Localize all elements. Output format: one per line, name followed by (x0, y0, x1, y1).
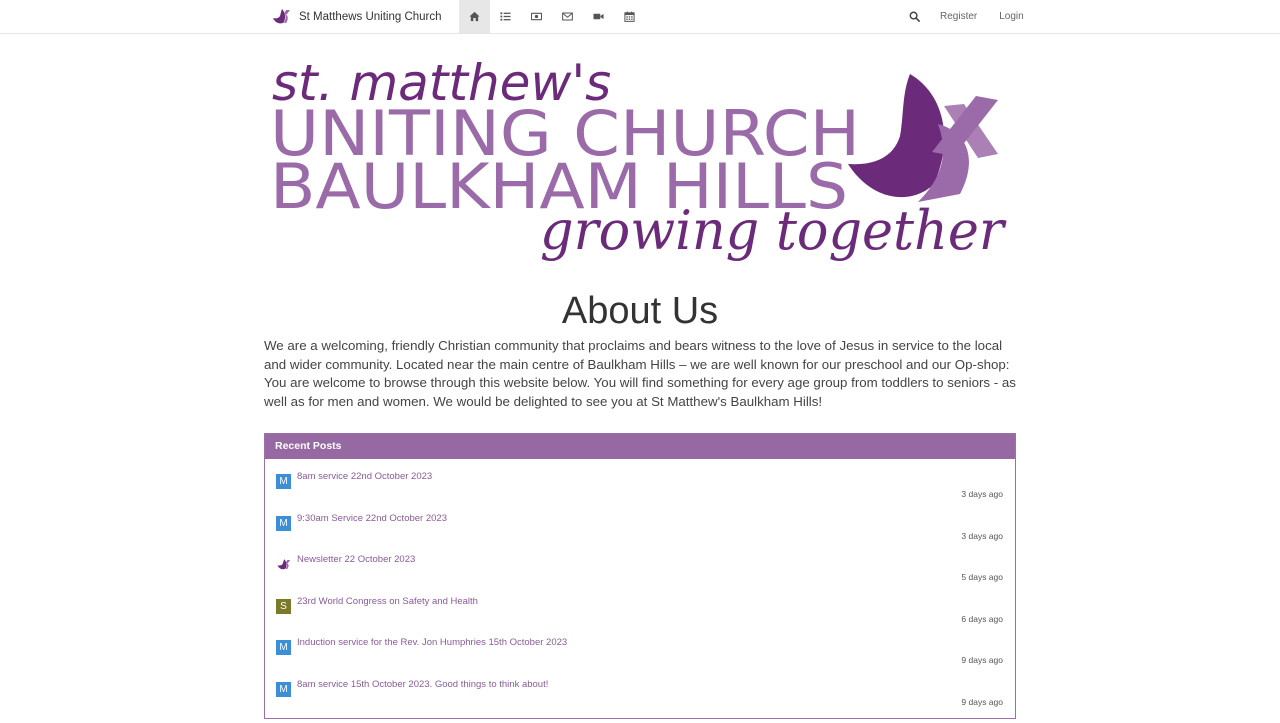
register-link[interactable]: Register (940, 11, 977, 22)
post-title-link[interactable]: 23rd World Congress on Safety and Health (297, 596, 478, 607)
post-item[interactable]: M 8am service 22nd October 2023 3 days ago (265, 471, 1015, 515)
post-title-link[interactable]: Newsletter 22 October 2023 (297, 554, 415, 565)
about-description: We are a welcoming, friendly Christian c… (264, 338, 1016, 409)
nav-home[interactable] (459, 0, 490, 33)
post-title-link[interactable]: 9:30am Service 22nd October 2023 (297, 513, 447, 524)
nav-calendar[interactable] (614, 0, 645, 33)
post-author-avatar (276, 557, 291, 572)
post-item[interactable]: M Induction service for the Rev. Jon Hump… (265, 637, 1015, 681)
post-timestamp: 9 days ago (961, 697, 1003, 707)
home-icon (469, 11, 480, 22)
envelope-icon (562, 12, 573, 21)
calendar-icon (624, 11, 635, 22)
church-logo-icon (273, 8, 290, 23)
banner-logo-icon (848, 74, 998, 202)
brand-link[interactable]: St Matthews Uniting Church (271, 0, 442, 33)
recent-posts-header: Recent Posts (265, 434, 1015, 459)
search-icon (909, 11, 920, 22)
post-timestamp: 5 days ago (961, 572, 1003, 583)
post-item[interactable]: M 9:30am Service 22nd October 2023 3 days … (265, 513, 1015, 557)
post-timestamp: 3 days ago (961, 489, 1003, 499)
post-timestamp: 3 days ago (961, 530, 1003, 541)
nav-contact[interactable] (552, 0, 583, 33)
search-button[interactable] (900, 0, 928, 33)
banner-line4: growing together (540, 199, 1007, 262)
post-title-link[interactable]: 8am service 22nd October 2023 (297, 471, 432, 482)
post-item[interactable]: Newsletter 22 October 2023 5 days ago (265, 554, 1015, 598)
church-banner: st. matthew's UNITING CHURCH BAULKHAM HI… (264, 44, 1016, 274)
post-title-link[interactable]: Induction service for the Rev. Jon Humph… (297, 637, 567, 648)
post-author-badge: M (276, 682, 291, 697)
brand-name: St Matthews Uniting Church (299, 10, 442, 23)
post-item[interactable]: M 8am service 15th October 2023. Good thi… (265, 679, 1015, 723)
login-link[interactable]: Login (999, 11, 1023, 22)
list-icon (500, 12, 511, 21)
nav-donate[interactable] (521, 0, 552, 33)
post-timestamp: 6 days ago (961, 613, 1003, 624)
post-author-badge: S (276, 598, 291, 614)
post-timestamp: 9 days ago (961, 655, 1003, 666)
post-author-badge: M (276, 474, 291, 489)
recent-posts-panel: Recent Posts M 8am service 22nd October 2… (264, 433, 1016, 719)
video-camera-icon (593, 13, 604, 20)
nav-icon-menu (459, 0, 645, 33)
post-author-badge: M (276, 640, 291, 656)
nav-right-group: Register Login (900, 0, 1024, 33)
nav-video[interactable] (583, 0, 614, 33)
money-icon (531, 12, 542, 21)
post-item[interactable]: S 23rd World Congress on Safety and Healt… (265, 596, 1015, 640)
post-title-link[interactable]: 8am service 15th October 2023. Good thin… (297, 679, 548, 690)
banner-graphic: st. matthew's UNITING CHURCH BAULKHAM HI… (270, 54, 1007, 262)
post-author-badge: M (276, 515, 291, 531)
nav-list[interactable] (490, 0, 521, 33)
page-title: About Us (561, 290, 719, 332)
church-logo-icon (277, 559, 291, 570)
top-navbar: St Matthews Uniting Church Register Logi… (0, 0, 1280, 34)
